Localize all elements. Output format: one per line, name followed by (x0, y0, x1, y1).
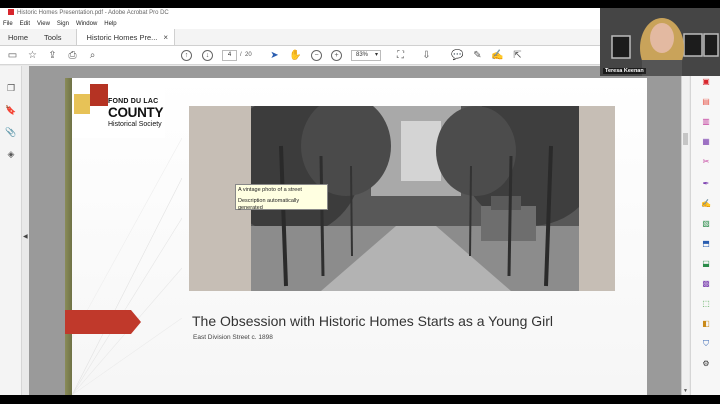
menu-view[interactable]: View (37, 19, 50, 29)
alt-text-tooltip: A vintage photo of a street Description … (235, 184, 328, 211)
next-page-icon[interactable]: ↓ (202, 50, 213, 61)
export-pdf-icon[interactable]: ▤ (700, 96, 712, 108)
tab-home[interactable]: Home (0, 29, 36, 45)
tooltip-line-1: A vintage photo of a street (238, 187, 302, 193)
left-navigation-pane: ❐ 🔖 📎 ◈ (0, 66, 22, 395)
menu-file[interactable]: File (3, 19, 13, 29)
scroll-down-icon[interactable]: ▼ (683, 388, 688, 394)
comment-icon[interactable]: 💬 (451, 49, 464, 62)
webcam-overlay: Teresa Keenan (600, 8, 720, 76)
tooltip-line-2: Description automatically generated (238, 198, 300, 211)
zoom-in-icon[interactable]: + (331, 50, 342, 61)
fill-sign-icon[interactable]: ✒ (700, 178, 712, 190)
hand-icon[interactable]: ✋ (289, 49, 302, 62)
historical-society-logo: FOND DU LAC COUNTY Historical Society (72, 78, 165, 138)
vertical-scrollbar[interactable]: ▲ ▼ (681, 66, 689, 395)
comment-tool-icon[interactable]: ✂ (700, 156, 712, 168)
search-icon[interactable]: ⌕ (86, 49, 99, 62)
attachments-icon[interactable]: 📎 (5, 126, 17, 138)
scan-ocr-icon[interactable]: ⬓ (700, 258, 712, 270)
pdf-page: FOND DU LAC COUNTY Historical Society A … (65, 78, 647, 395)
previous-page-icon[interactable]: ↑ (181, 50, 192, 61)
highlight-icon[interactable]: ✍ (491, 49, 504, 62)
print-icon[interactable]: ⎙ (66, 49, 79, 62)
fit-page-icon[interactable]: ⛶ (394, 49, 407, 62)
decorative-sidebar-bar (65, 78, 72, 395)
chevron-down-icon: ▾ (374, 52, 378, 58)
edit-pdf-icon[interactable]: ▥ (700, 116, 712, 128)
window-title: Historic Homes Presentation.pdf - Adobe … (17, 10, 169, 16)
tab-document[interactable]: Historic Homes Pre... × (75, 29, 176, 46)
menu-edit[interactable]: Edit (20, 19, 30, 29)
decorative-fan-lines (72, 138, 182, 395)
red-arrow-shape (65, 310, 141, 334)
pen-icon[interactable]: ✎ (471, 49, 484, 62)
protect-icon[interactable]: ▩ (700, 278, 712, 290)
create-icon[interactable]: ▭ (6, 49, 19, 62)
collapse-left-pane-icon[interactable]: ◀ (23, 233, 28, 240)
logo-line-3: Historical Society (108, 121, 162, 128)
right-tools-pane: ▣ ▤ ▥ ▦ ✂ ✒ ✍ ▧ ⬒ ⬓ ▩ ⬚ ◧ ⛉ ⚙ (690, 66, 720, 395)
upload-icon[interactable]: ⇪ (46, 49, 59, 62)
bookmark-star-icon[interactable]: ☆ (26, 49, 39, 62)
prepare-form-icon[interactable]: ◧ (700, 318, 712, 330)
page-separator: / (240, 52, 242, 58)
document-view[interactable]: FOND DU LAC COUNTY Historical Society A … (29, 66, 681, 395)
zoom-out-icon[interactable]: − (311, 50, 322, 61)
zoom-value: 83% (356, 52, 369, 58)
scroll-mode-icon[interactable]: ⇩ (420, 49, 433, 62)
compress-pdf-icon[interactable]: ⬒ (700, 238, 712, 250)
page-thumbnails-icon[interactable]: ❐ (5, 82, 17, 94)
webcam-video-feed (600, 8, 720, 76)
shield-icon[interactable]: ⛉ (700, 338, 712, 350)
logo-line-1: FOND DU LAC (108, 98, 159, 105)
slide-subtitle: East Division Street c. 1898 (193, 334, 273, 341)
total-pages: 20 (245, 52, 252, 58)
bookmarks-icon[interactable]: 🔖 (5, 104, 17, 116)
logo-red-mark (90, 84, 108, 106)
menu-help[interactable]: Help (104, 19, 116, 29)
logo-line-2: COUNTY (108, 105, 164, 120)
request-signature-icon[interactable]: ✍ (700, 198, 712, 210)
logo-yellow-mark (74, 94, 90, 114)
rich-media-icon[interactable]: ⬚ (700, 298, 712, 310)
participant-name: Teresa Keenan (603, 68, 646, 74)
organize-pages-icon[interactable]: ▦ (700, 136, 712, 148)
slide-title: The Obsession with Historic Homes Starts… (192, 313, 554, 329)
send-for-review-icon[interactable]: ▧ (700, 218, 712, 230)
tab-tools[interactable]: Tools (36, 29, 70, 45)
tab-document-label: Historic Homes Pre... (86, 32, 158, 42)
select-cursor-icon[interactable]: ➤ (268, 49, 281, 62)
layers-icon[interactable]: ◈ (5, 148, 17, 160)
page-number-input[interactable]: 4 (222, 50, 237, 61)
menu-sign[interactable]: Sign (57, 19, 69, 29)
close-icon[interactable]: × (163, 29, 168, 46)
zoom-input[interactable]: 83% ▾ (351, 50, 381, 61)
acrobat-app-icon (8, 9, 14, 15)
create-pdf-icon[interactable]: ▣ (700, 76, 712, 88)
menu-window[interactable]: Window (76, 19, 97, 29)
more-tools-icon[interactable]: ⚙ (700, 358, 712, 370)
share-icon[interactable]: ⇱ (511, 49, 524, 62)
scrollbar-thumb[interactable] (683, 133, 688, 145)
